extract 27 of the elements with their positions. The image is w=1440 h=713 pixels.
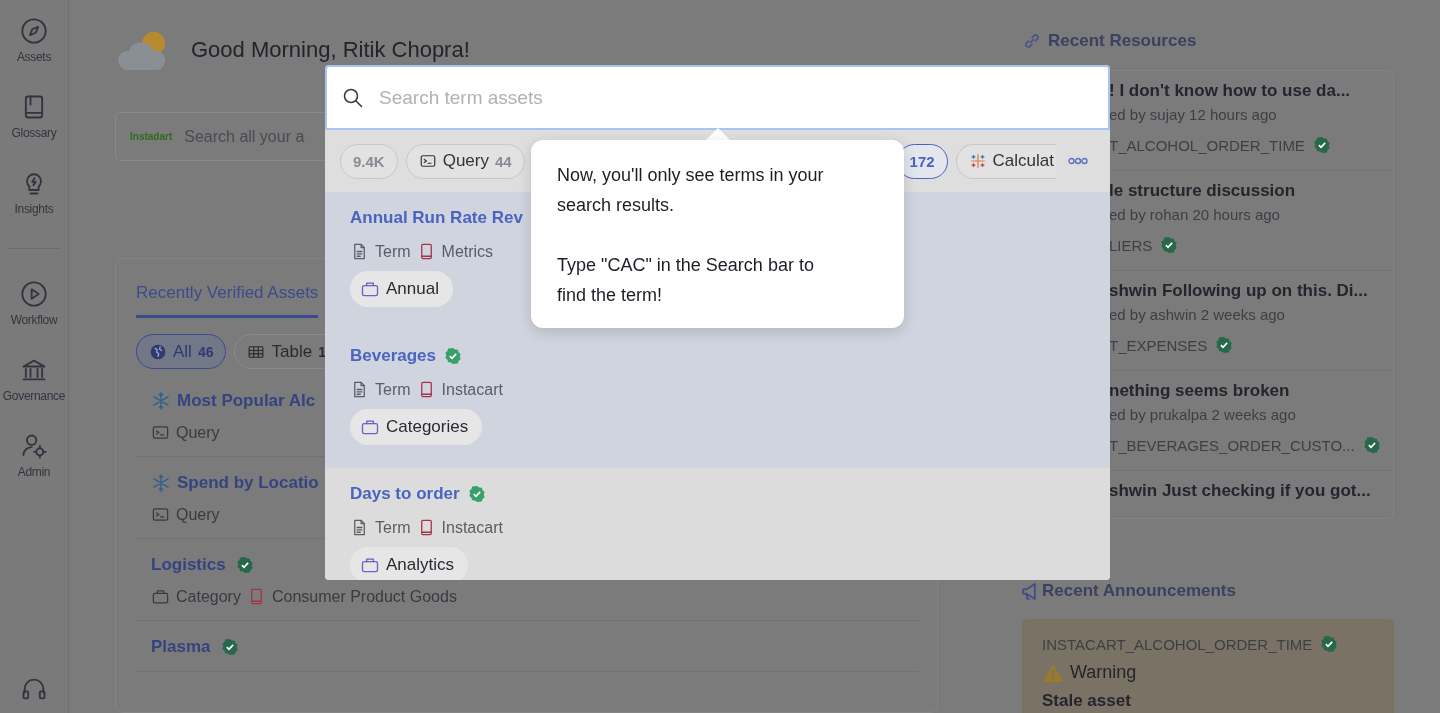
tooltip-text: Type "CAC" in the Search bar to find the term!: [557, 254, 815, 307]
brand-logo: Instadart: [130, 131, 173, 142]
asset-type-label: Term: [375, 380, 411, 399]
resource-subtitle: ed by prukalpa 2 weeks ago: [1109, 406, 1297, 423]
announcement-message: Stale asset: [1042, 691, 1132, 711]
asset-type-label: Query: [176, 423, 220, 442]
asset-type-label: Consumer Product Goods: [271, 587, 457, 606]
asset-name: INSTACART_ALCOHOL_ORDER_TIME: [1042, 635, 1313, 653]
asset-name: LIERS: [1109, 236, 1153, 254]
resource-subtitle: ed by sujay 12 hours ago: [1109, 106, 1278, 123]
asset-type-label: Instacart: [441, 518, 503, 537]
asset-type-label: Term: [375, 518, 411, 537]
asset-type-label: Category: [176, 587, 241, 606]
status-label: Warning: [1070, 662, 1137, 683]
resource-subtitle: ed by ashwin 2 weeks ago: [1109, 306, 1286, 323]
asset-type-label: Instacart: [441, 380, 503, 399]
tooltip-text: Now, you'll only see terms in your search results.: [557, 164, 825, 217]
asset-name: T_ALCOHOL_ORDER_TIME: [1109, 136, 1305, 154]
asset-type-label: Metrics: [441, 242, 494, 261]
asset-type-label: Term: [375, 242, 411, 261]
greeting-text: Good Morning, Ritik Chopra!: [191, 37, 470, 63]
section-title: Recent Resources: [1048, 31, 1197, 51]
asset-type-label: Query: [176, 505, 220, 524]
section-title: Recent Announcements: [1042, 581, 1236, 601]
asset-name: T_EXPENSES: [1109, 336, 1208, 354]
resource-subtitle: ed by rohan 20 hours ago: [1109, 206, 1281, 223]
asset-name: T_BEVERAGES_ORDER_CUSTO...: [1109, 436, 1355, 454]
